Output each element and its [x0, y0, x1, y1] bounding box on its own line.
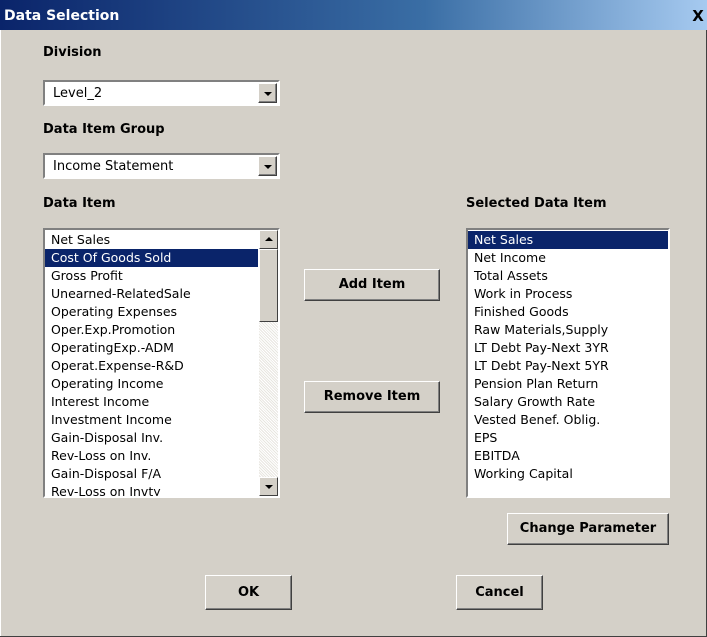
list-item[interactable]: Rev-Loss on Inv. — [45, 447, 258, 465]
data-item-group-label: Data Item Group — [43, 122, 165, 137]
list-item[interactable]: Net Sales — [45, 231, 258, 249]
division-select[interactable]: Level_2 — [43, 80, 280, 106]
cancel-button[interactable]: Cancel — [456, 575, 543, 610]
list-item[interactable]: Finished Goods — [468, 303, 668, 321]
data-item-label: Data Item — [43, 196, 116, 211]
list-item[interactable]: Oper.Exp.Promotion — [45, 321, 258, 339]
data-selection-dialog: Data Selection X Division Level_2 Data I… — [0, 0, 707, 637]
division-dropdown-button[interactable] — [258, 83, 277, 103]
close-button[interactable]: X — [689, 8, 707, 24]
list-item[interactable]: Total Assets — [468, 267, 668, 285]
list-item[interactable]: Net Sales — [468, 231, 668, 249]
remove-item-button-label: Remove Item — [323, 389, 421, 404]
list-item[interactable]: EPS — [468, 429, 668, 447]
scroll-up-button[interactable] — [259, 230, 278, 249]
division-value: Level_2 — [53, 86, 103, 101]
title-bar: Data Selection X — [0, 0, 707, 30]
list-item[interactable]: Interest Income — [45, 393, 258, 411]
selected-data-item-label: Selected Data Item — [466, 196, 607, 211]
division-label: Division — [43, 45, 102, 60]
list-item[interactable]: Work in Process — [468, 285, 668, 303]
window-title: Data Selection — [4, 8, 120, 24]
remove-item-button[interactable]: Remove Item — [304, 381, 440, 413]
list-item[interactable]: Net Income — [468, 249, 668, 267]
list-item[interactable]: LT Debt Pay-Next 5YR — [468, 357, 668, 375]
data-item-scrollbar[interactable] — [259, 230, 278, 496]
list-item[interactable]: Pension Plan Return — [468, 375, 668, 393]
list-item[interactable]: Rev-Loss on Invty — [45, 483, 258, 496]
cancel-button-label: Cancel — [475, 585, 524, 600]
list-item[interactable]: EBITDA — [468, 447, 668, 465]
selected-data-item-listbox[interactable]: Net Sales Net Income Total Assets Work in P… — [466, 228, 670, 498]
list-item[interactable]: Cost Of Goods Sold — [45, 249, 258, 267]
change-parameter-button[interactable]: Change Parameter — [507, 513, 669, 545]
chevron-down-icon — [265, 485, 273, 489]
list-item[interactable]: Working Capital — [468, 465, 668, 483]
list-item[interactable]: Operating Expenses — [45, 303, 258, 321]
list-item[interactable]: Raw Materials,Supply — [468, 321, 668, 339]
ok-button-label: OK — [237, 585, 260, 600]
data-item-group-value: Income Statement — [53, 159, 174, 174]
list-item[interactable]: Unearned-RelatedSale — [45, 285, 258, 303]
list-item[interactable]: Gross Profit — [45, 267, 258, 285]
list-item[interactable]: Investment Income — [45, 411, 258, 429]
ok-button[interactable]: OK — [205, 575, 292, 610]
chevron-up-icon — [265, 237, 273, 241]
list-item[interactable]: Salary Growth Rate — [468, 393, 668, 411]
chevron-down-icon — [264, 165, 272, 169]
list-item[interactable]: LT Debt Pay-Next 3YR — [468, 339, 668, 357]
scroll-thumb[interactable] — [259, 249, 278, 322]
add-item-button-label: Add Item — [338, 277, 406, 292]
change-parameter-button-label: Change Parameter — [519, 521, 657, 536]
chevron-down-icon — [264, 92, 272, 96]
list-item[interactable]: Operat.Expense-R&D — [45, 357, 258, 375]
list-item[interactable]: OperatingExp.-ADM — [45, 339, 258, 357]
list-item[interactable]: Gain-Disposal F/A — [45, 465, 258, 483]
list-item[interactable]: Operating Income — [45, 375, 258, 393]
add-item-button[interactable]: Add Item — [304, 269, 440, 301]
data-item-group-select[interactable]: Income Statement — [43, 153, 280, 179]
data-item-group-dropdown-button[interactable] — [258, 156, 277, 176]
scroll-down-button[interactable] — [259, 477, 278, 496]
list-item[interactable]: Vested Benef. Oblig. — [468, 411, 668, 429]
list-item[interactable]: Gain-Disposal Inv. — [45, 429, 258, 447]
data-item-listbox[interactable]: Net Sales Cost Of Goods Sold Gross Profit U… — [43, 228, 280, 498]
